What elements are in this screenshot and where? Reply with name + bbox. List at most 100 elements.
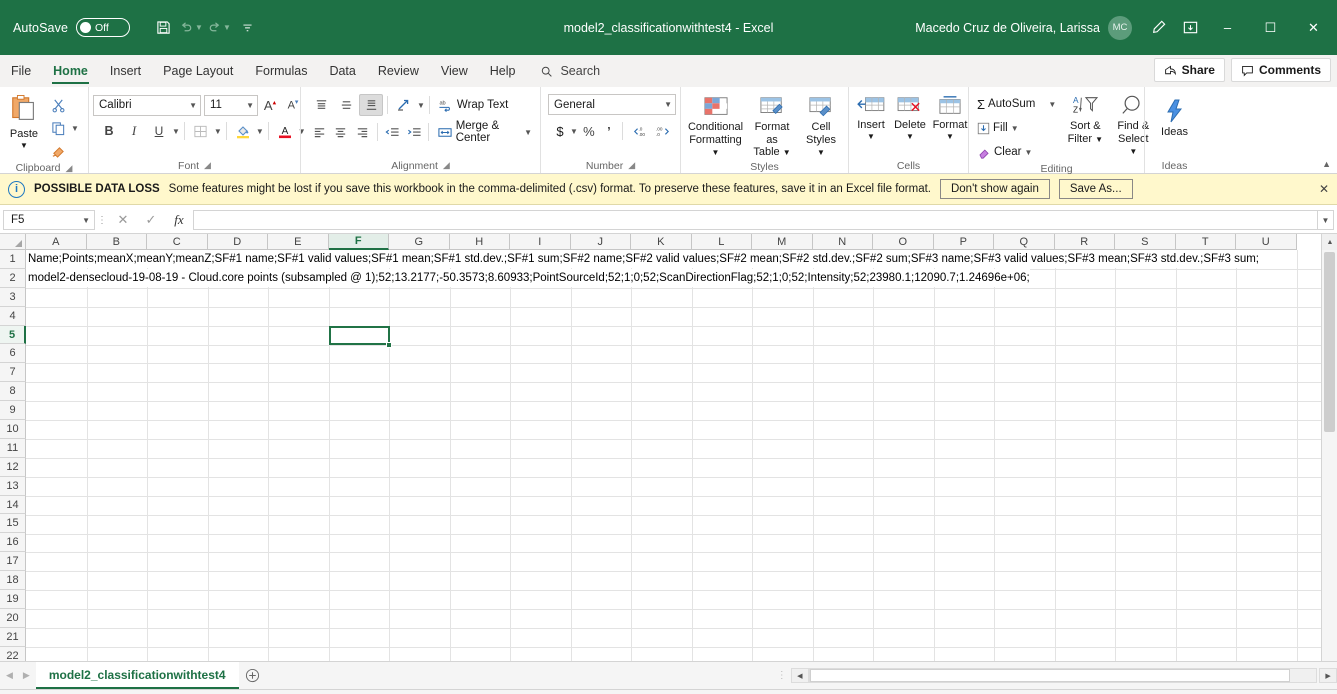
cell-A1[interactable]: Name;Points;meanX;meanY;meanZ;SF#1 name;… [26,250,1259,268]
column-header-H[interactable]: H [450,234,511,250]
find-select-chevron-down-icon[interactable]: ▼ [1129,147,1137,156]
font-size-chevron-down-icon[interactable]: ▼ [242,101,254,110]
cancel-icon[interactable]: ✕ [109,209,137,231]
tab-data[interactable]: Data [318,55,366,87]
paste-chevron-down-icon[interactable]: ▼ [20,141,28,150]
insert-cells-button[interactable]: Insert ▼ [853,93,889,143]
percent-format-icon[interactable]: % [579,120,599,142]
number-format-select[interactable]: General ▼ [548,94,676,115]
minimize-button[interactable]: – [1206,0,1249,55]
scroll-right-icon[interactable]: ▶ [1319,668,1337,683]
pen-icon[interactable] [1142,13,1174,43]
column-header-G[interactable]: G [389,234,450,250]
previous-sheet-icon[interactable]: ◀ [6,670,13,681]
conditional-formatting-chevron-down-icon[interactable]: ▼ [712,148,720,157]
name-box[interactable]: F5 ▼ [3,210,95,230]
formula-bar-grip[interactable]: ⋮ [95,215,109,226]
row-header-19[interactable]: 19 [0,590,26,609]
format-as-table-chevron-down-icon[interactable]: ▼ [783,148,791,157]
column-header-P[interactable]: P [934,234,995,250]
tab-home[interactable]: Home [42,55,99,87]
fill-color-chevron-down-icon[interactable]: ▼ [256,127,264,136]
row-header-8[interactable]: 8 [0,382,26,401]
column-header-F[interactable]: F [329,234,390,250]
row-header-9[interactable]: 9 [0,401,26,420]
increase-decimal-icon[interactable]: .00.0 [652,120,676,142]
borders-chevron-down-icon[interactable]: ▼ [214,127,222,136]
formula-input[interactable] [193,210,1317,230]
increase-indent-icon[interactable] [403,121,424,143]
copy-chevron-down-icon[interactable]: ▼ [71,124,79,133]
underline-button[interactable]: U [147,120,171,142]
active-cell-selection[interactable] [329,326,391,346]
merge-center-chevron-down-icon[interactable]: ▼ [524,128,532,137]
collapse-ribbon-icon[interactable]: ▲ [1322,159,1331,169]
align-middle-icon[interactable] [334,94,358,116]
decrease-decimal-icon[interactable]: .0.00 [627,120,651,142]
row-header-20[interactable]: 20 [0,609,26,628]
tab-review[interactable]: Review [367,55,430,87]
autosum-chevron-down-icon[interactable]: ▼ [1048,100,1056,109]
column-header-D[interactable]: D [208,234,269,250]
undo-chevron-down-icon[interactable]: ▼ [195,23,203,32]
row-header-21[interactable]: 21 [0,628,26,647]
clear-button[interactable]: Clear ▼ [973,141,1060,163]
clipboard-dialog-launcher-icon[interactable]: ◢ [66,163,73,174]
cell-styles-button[interactable]: Cell Styles ▼ [798,93,844,161]
sheet-tab-model2[interactable]: model2_classificationwithtest4 [36,662,239,689]
alignment-dialog-launcher-icon[interactable]: ◢ [443,160,450,171]
comma-format-icon[interactable]: ’ [600,120,618,142]
format-painter-icon[interactable] [46,140,70,162]
customize-quick-access-icon[interactable] [234,15,260,41]
vertical-scroll-thumb[interactable] [1324,252,1335,432]
row-header-14[interactable]: 14 [0,496,26,515]
insert-chevron-down-icon[interactable]: ▼ [867,132,875,141]
undo-icon[interactable]: ▼ [178,15,204,41]
font-color-icon[interactable]: A [273,120,297,142]
row-header-5[interactable]: 5 [0,326,26,345]
increase-font-size-icon[interactable]: A▴ [259,94,281,116]
currency-format-icon[interactable]: $ [551,120,569,142]
row-header-10[interactable]: 10 [0,420,26,439]
avatar[interactable]: MC [1108,16,1132,40]
column-header-S[interactable]: S [1115,234,1176,250]
borders-icon[interactable] [189,120,213,142]
format-chevron-down-icon[interactable]: ▼ [946,132,954,141]
decrease-indent-icon[interactable] [382,121,403,143]
wrap-text-button[interactable]: ab Wrap Text [434,94,512,116]
save-as-button[interactable]: Save As... [1059,179,1133,199]
horizontal-scroll-thumb[interactable] [810,669,1290,682]
column-header-N[interactable]: N [813,234,874,250]
row-header-1[interactable]: 1 [0,250,26,269]
ribbon-display-options-icon[interactable] [1174,13,1206,43]
column-header-K[interactable]: K [631,234,692,250]
paste-button[interactable]: Paste ▼ [4,92,44,152]
close-warning-icon[interactable]: ✕ [1319,182,1329,196]
row-header-4[interactable]: 4 [0,307,26,326]
tab-file[interactable]: File [0,55,42,87]
ideas-button[interactable]: Ideas [1153,96,1197,141]
redo-icon[interactable]: ▼ [206,15,232,41]
row-header-6[interactable]: 6 [0,344,26,363]
orientation-chevron-down-icon[interactable]: ▼ [417,101,425,110]
name-box-chevron-down-icon[interactable]: ▼ [82,216,90,225]
align-bottom-icon[interactable] [359,94,383,116]
autosave-toggle[interactable]: Off [76,18,130,37]
cell-styles-chevron-down-icon[interactable]: ▼ [817,148,825,157]
underline-chevron-down-icon[interactable]: ▼ [172,127,180,136]
format-as-table-button[interactable]: Format as Table ▼ [746,93,798,161]
tab-view[interactable]: View [430,55,479,87]
row-header-16[interactable]: 16 [0,533,26,552]
maximize-button[interactable]: ☐ [1249,0,1292,55]
column-header-I[interactable]: I [510,234,571,250]
align-left-icon[interactable] [309,121,330,143]
insert-function-icon[interactable]: fx [165,209,193,231]
row-header-22[interactable]: 22 [0,647,26,661]
sort-filter-button[interactable]: A Z Sort & Filter ▼ [1063,92,1107,147]
copy-icon[interactable] [46,117,70,139]
comments-button[interactable]: Comments [1231,58,1331,82]
dont-show-again-button[interactable]: Don't show again [940,179,1050,199]
row-header-2[interactable]: 2 [0,269,26,288]
cell-A2[interactable]: model2-densecloud-19-08-19 - Cloud.core … [26,269,1030,287]
fill-handle[interactable] [386,342,392,348]
